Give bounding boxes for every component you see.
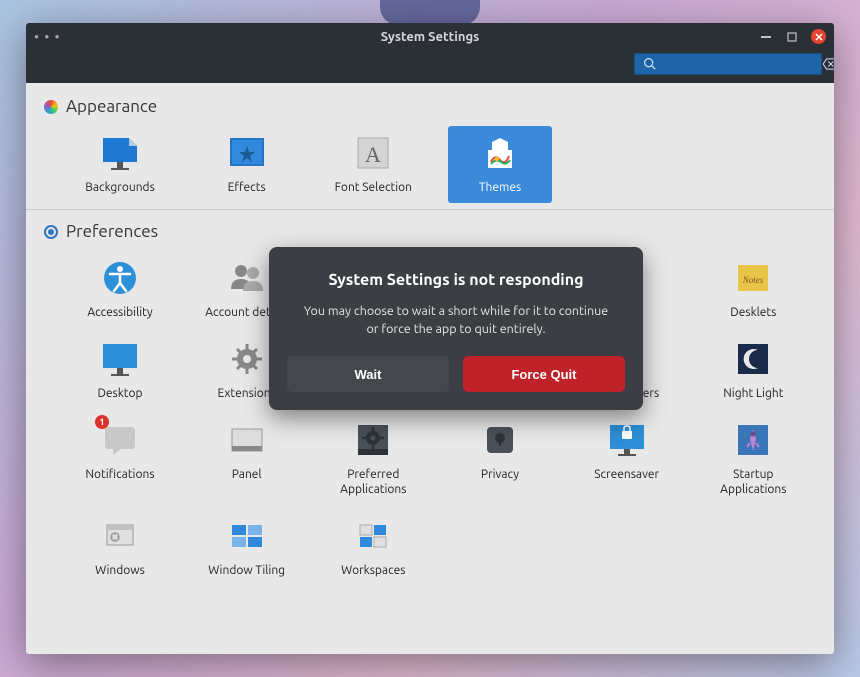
dialog-title: System Settings is not responding xyxy=(287,271,625,289)
account-icon xyxy=(226,257,268,299)
window-title: System Settings xyxy=(26,30,834,44)
tile-backgrounds[interactable]: Backgrounds xyxy=(68,126,172,203)
tile-workspaces[interactable]: Workspaces xyxy=(321,509,425,586)
divider xyxy=(26,209,834,210)
tile-label: Privacy xyxy=(481,467,519,482)
decorative-shape xyxy=(380,0,480,25)
tile-label: Windows xyxy=(95,563,145,578)
tile-window-tiling[interactable]: Window Tiling xyxy=(195,509,299,586)
wait-button[interactable]: Wait xyxy=(287,356,449,392)
tile-startup-applications[interactable]: Startup Applications xyxy=(701,413,805,505)
privacy-icon xyxy=(479,419,521,461)
tile-effects[interactable]: Effects xyxy=(195,126,299,203)
search-field[interactable] xyxy=(634,53,822,75)
tile-label: Notifications xyxy=(85,467,154,482)
tile-label: Panel xyxy=(232,467,262,482)
tile-label: Font Selection xyxy=(335,180,412,195)
extensions-icon xyxy=(226,338,268,380)
screensaver-icon xyxy=(606,419,648,461)
tile-label: Preferred Applications xyxy=(323,467,423,497)
tile-label: Effects xyxy=(228,180,266,195)
window-controls xyxy=(759,29,826,44)
force-quit-button[interactable]: Force Quit xyxy=(463,356,625,392)
dialog-buttons: Wait Force Quit xyxy=(287,356,625,392)
search-input[interactable] xyxy=(662,57,817,71)
tile-desktop[interactable]: Desktop xyxy=(68,332,172,409)
accessibility-icon xyxy=(99,257,141,299)
section-title: Appearance xyxy=(66,97,157,116)
tile-accessibility[interactable]: Accessibility xyxy=(68,251,172,328)
tile-label: Desktop xyxy=(97,386,142,401)
appearance-grid: Backgrounds Effects A Font Selection The… xyxy=(68,126,816,203)
panel-icon xyxy=(226,419,268,461)
night-light-icon xyxy=(732,338,774,380)
windows-icon xyxy=(99,515,141,557)
themes-icon xyxy=(479,132,521,174)
svg-text:A: A xyxy=(365,142,381,167)
dialog-message: You may choose to wait a short while for… xyxy=(287,303,625,338)
tile-label: Extensions xyxy=(218,386,276,401)
maximize-icon xyxy=(787,32,797,42)
desklets-icon: Notes xyxy=(732,257,774,299)
tile-screensaver[interactable]: Screensaver xyxy=(575,413,679,505)
workspaces-icon xyxy=(352,515,394,557)
not-responding-dialog: System Settings is not responding You ma… xyxy=(269,247,643,410)
tile-label: Night Light xyxy=(723,386,783,401)
tile-label: Backgrounds xyxy=(85,180,155,195)
minimize-icon xyxy=(761,36,771,38)
section-title: Preferences xyxy=(66,222,158,241)
tile-panel[interactable]: Panel xyxy=(195,413,299,505)
close-button[interactable] xyxy=(811,29,826,44)
tile-font-selection[interactable]: A Font Selection xyxy=(321,126,425,203)
startup-apps-icon xyxy=(732,419,774,461)
tile-label: Workspaces xyxy=(341,563,405,578)
tile-themes[interactable]: Themes xyxy=(448,126,552,203)
bullet-icon xyxy=(44,225,58,239)
titlebar: • • • System Settings xyxy=(26,23,834,50)
window-tiling-icon xyxy=(226,515,268,557)
tile-preferred-applications[interactable]: Preferred Applications xyxy=(321,413,425,505)
svg-text:Notes: Notes xyxy=(742,275,764,285)
preferred-apps-icon xyxy=(352,419,394,461)
tile-label: Themes xyxy=(479,180,521,195)
close-icon xyxy=(815,33,823,41)
tile-windows[interactable]: Windows xyxy=(68,509,172,586)
tile-label: Startup Applications xyxy=(703,467,803,497)
font-icon: A xyxy=(352,132,394,174)
toolbar xyxy=(26,50,834,83)
tile-label: Window Tiling xyxy=(208,563,285,578)
tile-label: Desklets xyxy=(730,305,776,320)
section-header-appearance: Appearance xyxy=(44,97,816,116)
tile-label: Accessibility xyxy=(87,305,152,320)
section-header-preferences: Preferences xyxy=(44,222,816,241)
tile-notifications[interactable]: 1 Notifications xyxy=(68,413,172,505)
notification-badge: 1 xyxy=(95,415,109,429)
tile-desklets[interactable]: Notes Desklets xyxy=(701,251,805,328)
tile-night-light[interactable]: Night Light xyxy=(701,332,805,409)
effects-icon xyxy=(226,132,268,174)
desktop-icon xyxy=(99,338,141,380)
window-menu-button[interactable]: • • • xyxy=(34,29,61,45)
notifications-icon: 1 xyxy=(99,419,141,461)
color-wheel-icon xyxy=(44,100,58,114)
minimize-button[interactable] xyxy=(759,30,773,44)
clear-search-icon[interactable] xyxy=(823,58,834,70)
maximize-button[interactable] xyxy=(785,30,799,44)
search-icon xyxy=(643,57,656,70)
tile-privacy[interactable]: Privacy xyxy=(448,413,552,505)
tile-label: Screensaver xyxy=(594,467,659,482)
backgrounds-icon xyxy=(99,132,141,174)
